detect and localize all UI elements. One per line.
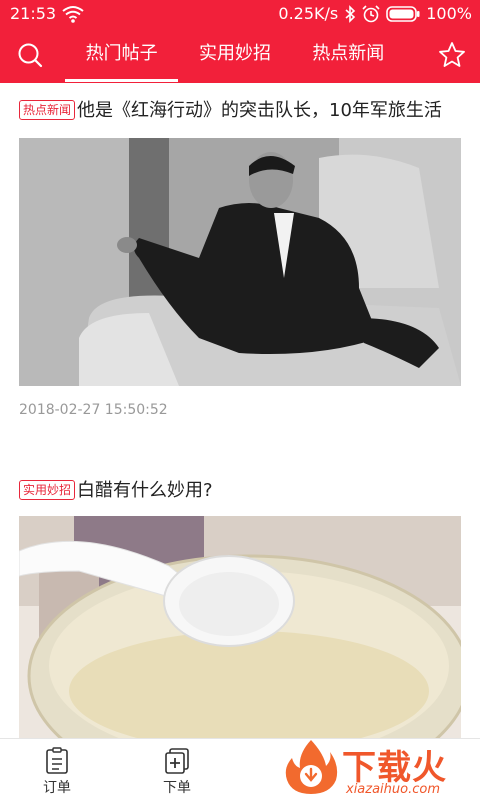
alarm-icon bbox=[362, 4, 380, 22]
post-card[interactable]: 热点新闻 他是《红海行动》的突击队长，10年军旅生活 2018-02-27 15:… bbox=[19, 97, 461, 418]
bluetooth-icon bbox=[345, 4, 356, 23]
clipboard-list-icon bbox=[46, 747, 68, 774]
post-title: 他是《红海行动》的突击队长，10年军旅生活 bbox=[77, 100, 442, 121]
photo-vinegar-bowl bbox=[19, 516, 461, 738]
add-document-icon bbox=[165, 748, 189, 774]
tabbar-place-order-label: 下单 bbox=[163, 780, 191, 796]
tabbar-orders[interactable]: 订单 bbox=[27, 747, 87, 797]
tabbar-place-order[interactable]: 下单 bbox=[147, 747, 207, 797]
net-speed: 0.25K/s bbox=[278, 4, 339, 23]
search-icon bbox=[18, 43, 43, 68]
search-button[interactable] bbox=[10, 38, 50, 72]
tab-hot-news[interactable]: 热点新闻 bbox=[292, 28, 405, 83]
status-bar: 21:53 0.25K/s 100% bbox=[0, 0, 480, 28]
post-title-line: 实用妙招 白醋有什么妙用? bbox=[19, 477, 461, 505]
wifi-icon bbox=[62, 6, 84, 23]
category-tabs: 热门帖子 实用妙招 热点新闻 bbox=[65, 28, 405, 83]
post-feed: 热点新闻 他是《红海行动》的突击队长，10年军旅生活 2018-02-27 15:… bbox=[0, 83, 480, 738]
status-time: 21:53 bbox=[10, 4, 57, 23]
top-nav: 热门帖子 实用妙招 热点新闻 bbox=[0, 28, 480, 83]
post-title-line: 热点新闻 他是《红海行动》的突击队长，10年军旅生活 bbox=[19, 97, 461, 125]
post-date: 2018-02-27 15:50:52 bbox=[19, 402, 168, 418]
post-image[interactable] bbox=[19, 516, 461, 738]
status-right: 0.25K/s 100% bbox=[278, 4, 472, 23]
tab-useful-tips[interactable]: 实用妙招 bbox=[178, 28, 291, 83]
post-tag: 实用妙招 bbox=[19, 480, 76, 500]
battery-level: 100% bbox=[426, 4, 472, 23]
site-watermark: 下载火 xiazaihuo.com bbox=[280, 736, 480, 800]
post-image[interactable] bbox=[19, 138, 461, 386]
tabbar-orders-label: 订单 bbox=[43, 780, 71, 796]
post-title: 白醋有什么妙用? bbox=[77, 480, 213, 501]
post-tag: 热点新闻 bbox=[19, 100, 76, 120]
flame-logo-icon bbox=[285, 740, 338, 794]
photo-man-in-suit bbox=[19, 138, 461, 386]
watermark-domain: xiazaihuo.com bbox=[346, 782, 441, 797]
tab-hot-posts[interactable]: 热门帖子 bbox=[65, 28, 179, 83]
battery-icon bbox=[386, 5, 420, 22]
post-card[interactable]: 实用妙招 白醋有什么妙用? bbox=[19, 477, 461, 738]
favorites-button[interactable] bbox=[434, 37, 470, 73]
app-header: 21:53 0.25K/s 100% 热门帖子 实用妙招 热点新闻 bbox=[0, 0, 480, 83]
star-icon bbox=[439, 42, 465, 67]
